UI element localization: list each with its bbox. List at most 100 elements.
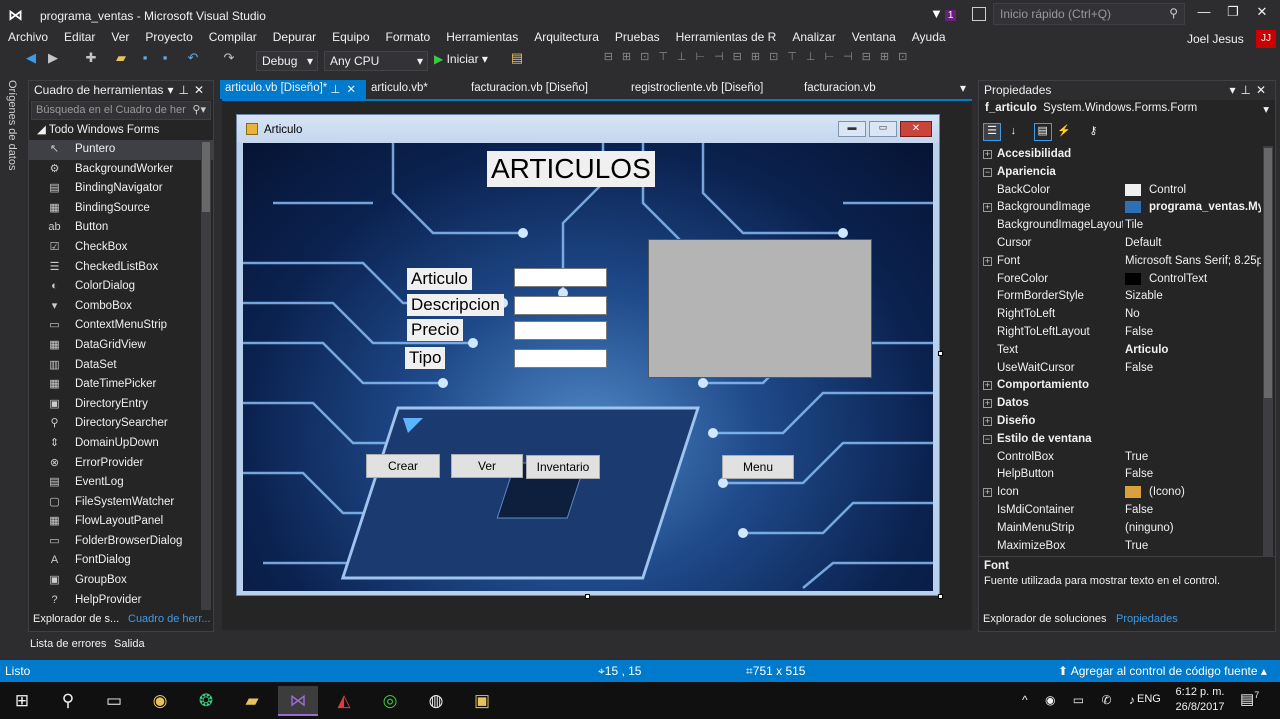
search-icon[interactable]: ⚲ xyxy=(48,686,88,716)
toolbox-scrollbar[interactable] xyxy=(201,140,211,610)
toolbox-search-input[interactable]: Búsqueda en el Cuadro de her ⚲▾ xyxy=(31,101,211,120)
menu-arquitectura[interactable]: Arquitectura xyxy=(534,30,599,44)
app-circle-icon[interactable]: ◍ xyxy=(416,686,456,716)
properties-scrollbar[interactable] xyxy=(1263,146,1273,556)
file-explorer-icon[interactable]: ▰ xyxy=(232,686,272,716)
menu-analizar[interactable]: Analizar xyxy=(792,30,835,44)
menu-ver[interactable]: Ver xyxy=(111,30,129,44)
platform-select[interactable]: Any CPU ▾ xyxy=(324,51,428,71)
minimize-button[interactable]: — xyxy=(1190,4,1218,24)
close-button[interactable]: ✕ xyxy=(1248,4,1276,24)
clock[interactable]: 6:12 p. m. 26/8/2017 xyxy=(1170,685,1230,715)
toolbox-item[interactable]: ▾ ComboBox xyxy=(29,297,213,317)
tab-solution-explorer[interactable]: Explorador de soluciones xyxy=(983,613,1107,625)
property-row[interactable]: Cursor Default xyxy=(979,235,1275,253)
tab-error-list[interactable]: Lista de errores xyxy=(30,638,106,650)
user-avatar[interactable]: JJ xyxy=(1256,30,1276,48)
maximize-button[interactable]: ❐ xyxy=(1219,4,1247,24)
inventario-button[interactable]: Inventario xyxy=(526,455,600,479)
windows-start-icon[interactable]: ⊞ xyxy=(2,686,42,716)
configuration-select[interactable]: Debug ▾ xyxy=(256,51,318,71)
toolbox-item[interactable]: ▦ BindingSource xyxy=(29,199,213,219)
resize-handle-corner[interactable] xyxy=(938,594,943,599)
property-row[interactable]: HelpButton False xyxy=(979,466,1275,484)
redo-icon[interactable]: ↷ xyxy=(220,50,238,71)
label-descripcion[interactable]: Descripcion xyxy=(407,294,504,316)
panel-controls-icon[interactable]: ▾⊥✕ xyxy=(1229,83,1271,97)
expand-icon[interactable]: + xyxy=(983,416,992,426)
menu-pruebas[interactable]: Pruebas xyxy=(615,30,660,44)
expand-icon[interactable]: + xyxy=(983,381,992,391)
property-row[interactable]: + Font Microsoft Sans Serif; 8.25pt xyxy=(979,253,1275,271)
menu-formato[interactable]: Formato xyxy=(386,30,431,44)
tipo-textbox[interactable] xyxy=(514,349,607,368)
property-row[interactable]: + Accesibilidad xyxy=(979,146,1275,164)
toolbox-item[interactable]: ☑ CheckBox xyxy=(29,238,213,258)
toolbox-item[interactable]: ▦ DateTimePicker xyxy=(29,375,213,395)
picture-box[interactable] xyxy=(648,239,872,378)
whatsapp-icon[interactable]: ◎ xyxy=(370,686,410,716)
property-row[interactable]: ForeColor ControlText xyxy=(979,271,1275,289)
pdf-reader-icon[interactable]: ◭ xyxy=(324,686,364,716)
expand-icon[interactable]: + xyxy=(983,399,992,409)
close-icon[interactable]: ⊥✕ xyxy=(330,82,362,96)
back-icon[interactable]: ◀ xyxy=(22,50,40,71)
property-row[interactable]: FormBorderStyle Sizable xyxy=(979,288,1275,306)
property-row[interactable]: RightToLeftLayout False xyxy=(979,324,1275,342)
alphabetical-icon[interactable]: ↓ xyxy=(1004,125,1022,143)
toolbox-item[interactable]: ⚙ BackgroundWorker xyxy=(29,160,213,180)
form-close-button[interactable]: ✕ xyxy=(900,121,932,137)
toolbox-item[interactable]: ▭ FolderBrowserDialog xyxy=(29,532,213,552)
tab-facturacion-design[interactable]: facturacion.vb [Diseño] xyxy=(466,80,593,99)
toolbox-item[interactable]: ▥ DataSet xyxy=(29,356,213,376)
resize-handle-bottom[interactable] xyxy=(585,594,590,599)
menu-editar[interactable]: Editar xyxy=(64,30,95,44)
save-icon[interactable]: ▪ xyxy=(136,50,154,71)
task-view-icon[interactable]: ▭ xyxy=(94,686,134,716)
properties-icon[interactable]: ▤ xyxy=(1033,123,1052,141)
tab-toolbox[interactable]: Cuadro de herr... xyxy=(128,613,211,625)
tab-overflow-icon[interactable]: ▾ xyxy=(960,81,966,95)
form-maximize-button[interactable]: ▭ xyxy=(869,121,897,137)
property-row[interactable]: + Datos xyxy=(979,395,1275,413)
toolbox-item[interactable]: ▢ FileSystemWatcher xyxy=(29,493,213,513)
new-project-icon[interactable]: ✚ xyxy=(82,50,100,71)
toolbox-item[interactable]: ⇕ DomainUpDown xyxy=(29,434,213,454)
property-row[interactable]: UseWaitCursor False xyxy=(979,360,1275,378)
toolbox-item[interactable]: ☰ CheckedListBox xyxy=(29,258,213,278)
expand-icon[interactable]: − xyxy=(983,167,992,177)
tab-articulo-design[interactable]: articulo.vb [Diseño]* ⊥✕ xyxy=(220,80,366,99)
toolbox-item[interactable]: ▣ GroupBox xyxy=(29,571,213,591)
toolbox-item[interactable]: ? HelpProvider xyxy=(29,591,213,610)
form-minimize-button[interactable]: ▬ xyxy=(838,121,866,137)
property-row[interactable]: − Estilo de ventana xyxy=(979,431,1275,449)
toolbox-item[interactable]: ⚲ DirectorySearcher xyxy=(29,414,213,434)
data-sources-strip[interactable]: Orígenes de datos xyxy=(0,78,24,658)
toolbox-item[interactable]: ▤ EventLog xyxy=(29,473,213,493)
property-row[interactable]: ControlBox True xyxy=(979,449,1275,467)
label-articulo[interactable]: Articulo xyxy=(407,268,472,290)
visual-studio-icon[interactable]: ⋈ xyxy=(278,686,318,716)
source-control-button[interactable]: ⬆ Agregar al control de código fuente ▴ xyxy=(1058,664,1267,678)
categorized-icon[interactable]: ☰ xyxy=(983,123,1001,141)
label-precio[interactable]: Precio xyxy=(407,319,464,341)
expand-icon[interactable]: + xyxy=(983,203,992,213)
menu-archivo[interactable]: Archivo xyxy=(8,30,48,44)
events-icon[interactable]: ⚡ xyxy=(1055,124,1073,142)
label-tipo[interactable]: Tipo xyxy=(405,347,446,369)
property-row[interactable]: + Diseño xyxy=(979,413,1275,431)
expand-icon[interactable]: + xyxy=(983,150,992,159)
tab-properties[interactable]: Propiedades xyxy=(1116,613,1178,625)
menu-button[interactable]: Menu xyxy=(722,455,794,479)
resize-handle-right[interactable] xyxy=(938,351,943,356)
property-row[interactable]: + Comportamiento xyxy=(979,377,1275,395)
menu-equipo[interactable]: Equipo xyxy=(332,30,369,44)
precio-textbox[interactable] xyxy=(514,321,607,340)
toolbox-item[interactable]: A FontDialog xyxy=(29,551,213,571)
property-row[interactable]: BackgroundImageLayout Tile xyxy=(979,217,1275,235)
feedback-icon[interactable] xyxy=(972,7,986,21)
heading-label[interactable]: ARTICULOS xyxy=(487,151,655,187)
ver-button[interactable]: Ver xyxy=(451,454,523,478)
expand-icon[interactable]: − xyxy=(983,434,992,444)
toolbox-item[interactable]: ab Button xyxy=(29,218,213,238)
